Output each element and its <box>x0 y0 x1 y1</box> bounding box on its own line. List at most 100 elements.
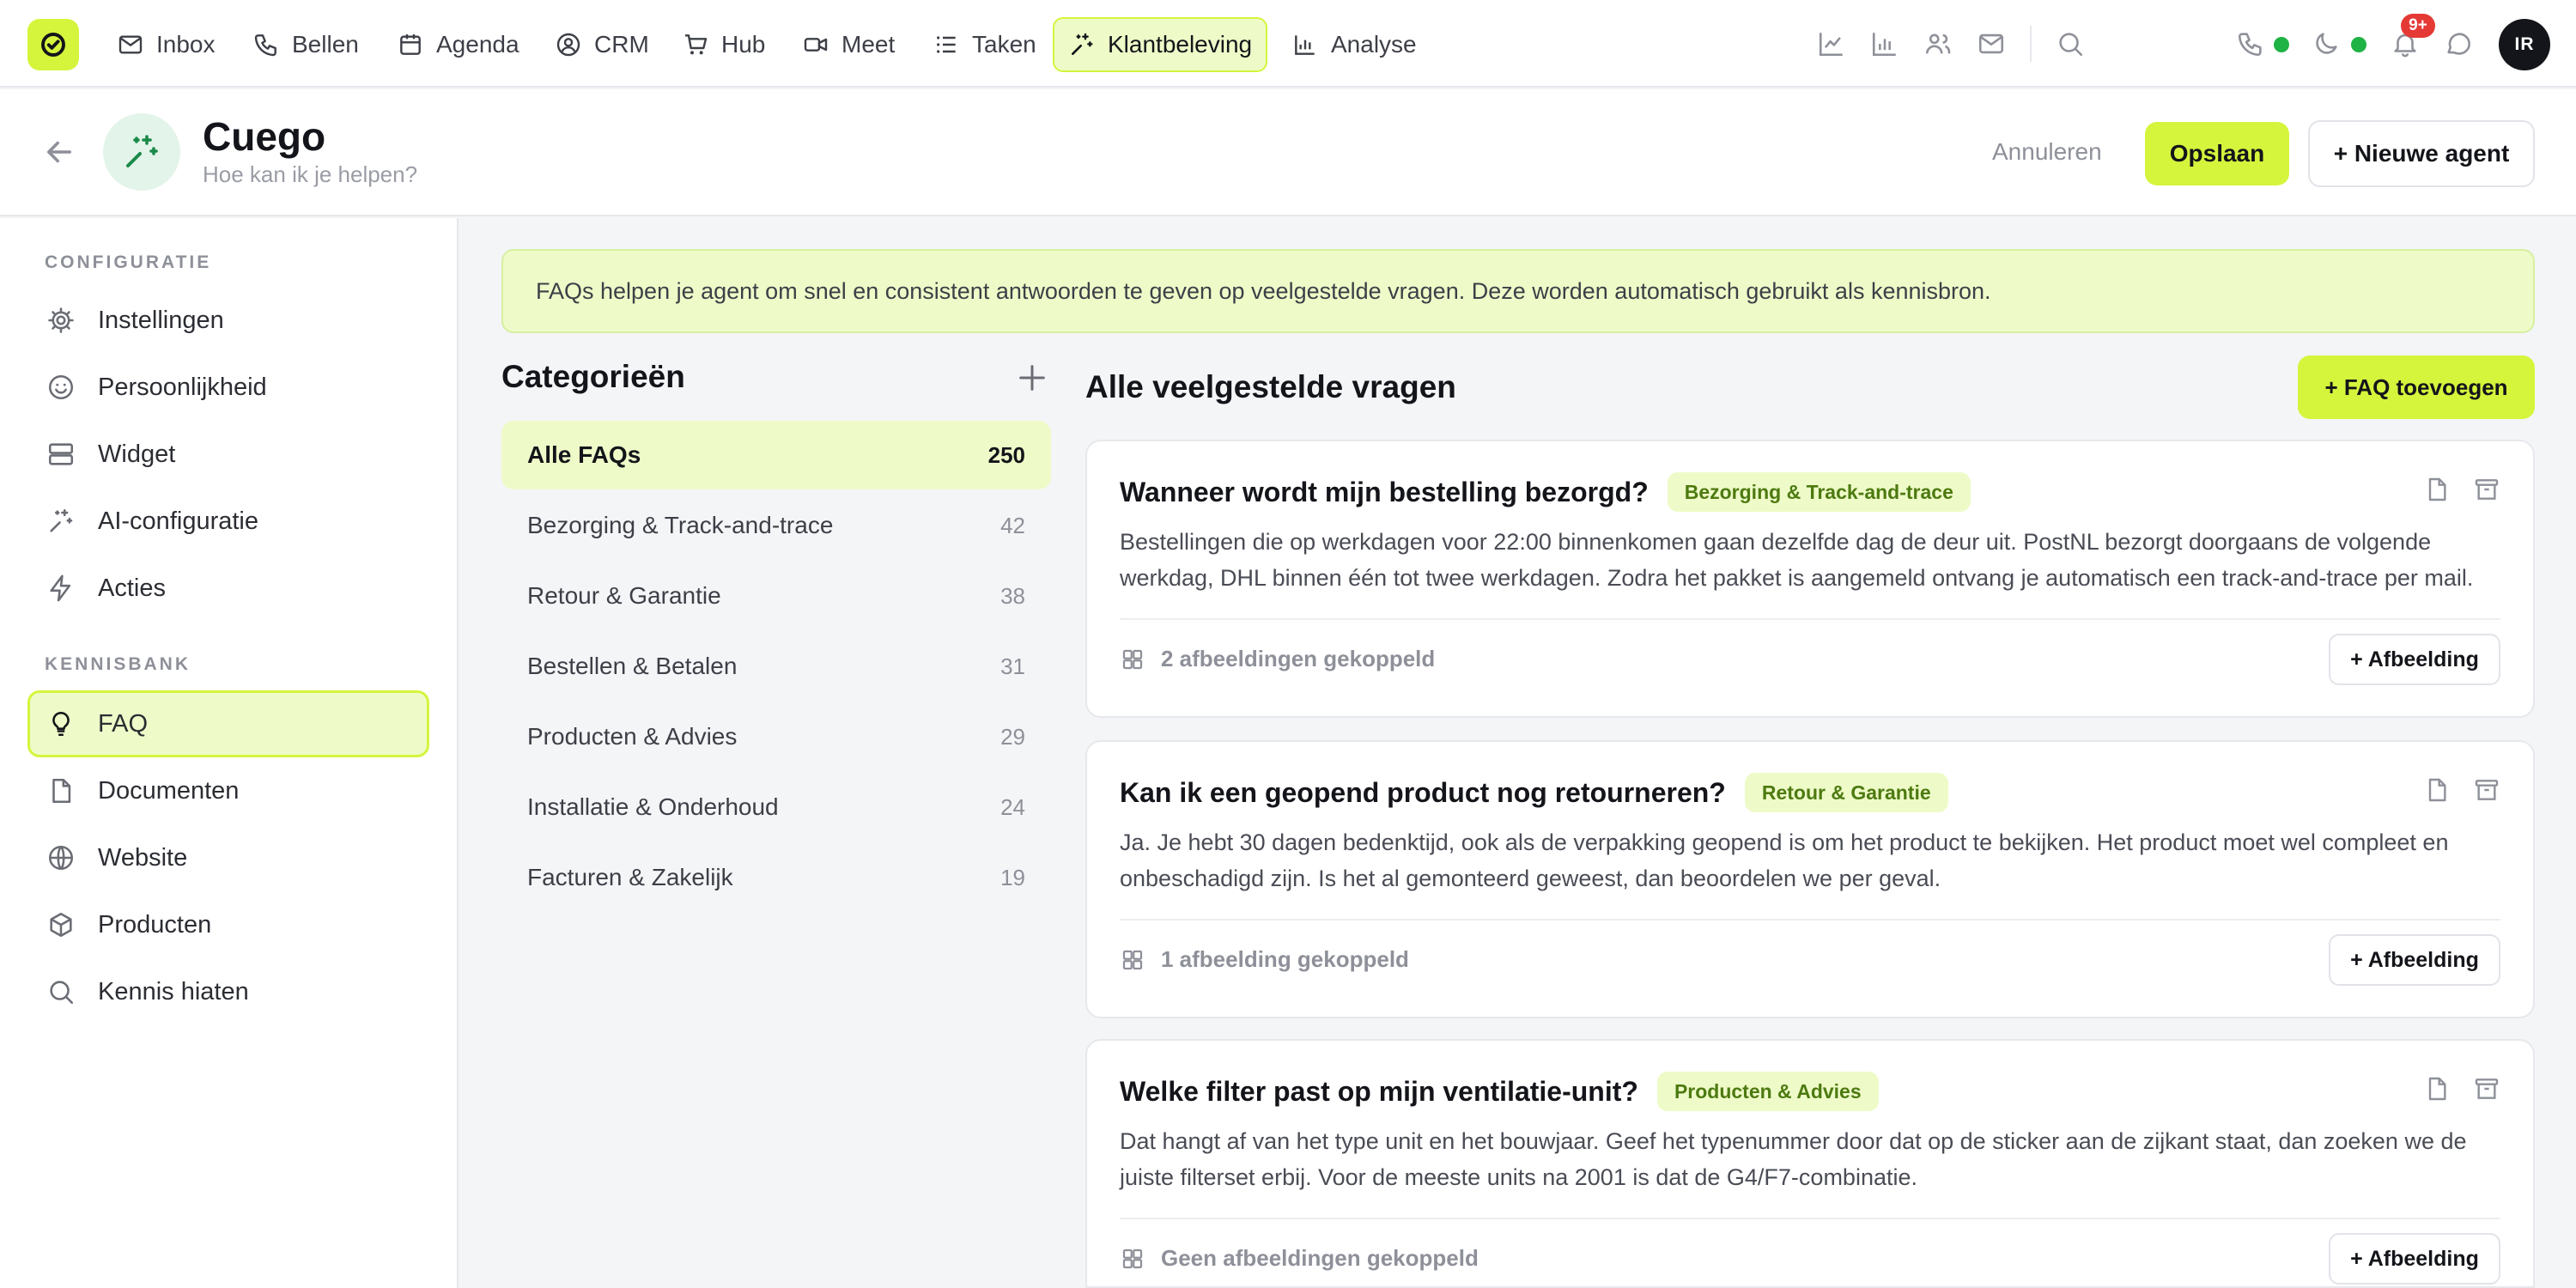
sidebar-item-website[interactable]: Website <box>27 824 429 891</box>
list-icon <box>937 36 956 53</box>
toolbar-divider <box>2030 26 2032 62</box>
category-count: 38 <box>1000 582 1025 609</box>
faq-card[interactable]: Welke filter past op mijn ventilatie-uni… <box>1085 1039 2535 1288</box>
nav-label: Bellen <box>292 31 359 58</box>
phone-icon[interactable] <box>2236 29 2265 58</box>
grid-icon <box>1122 649 1143 669</box>
category-item-bezorging[interactable]: Bezorging & Track-and-trace 42 <box>501 491 1051 560</box>
app-logo[interactable] <box>27 19 79 70</box>
sidebar-item-ai-configuratie[interactable]: AI-configuratie <box>27 488 429 555</box>
nav-analyse[interactable]: Analyse <box>1278 17 1431 72</box>
sidebar-item-instellingen[interactable]: Instellingen <box>27 287 429 354</box>
cancel-button[interactable]: Annuleren <box>1975 120 2119 184</box>
document-icon[interactable] <box>2423 776 2451 804</box>
category-label: Bestellen & Betalen <box>527 653 738 679</box>
add-image-button[interactable]: + Afbeelding <box>2329 634 2500 685</box>
nav-inbox[interactable]: Inbox <box>103 17 229 72</box>
moon-icon[interactable] <box>2312 29 2341 58</box>
sidebar-item-producten[interactable]: Producten <box>27 891 429 958</box>
category-count: 19 <box>1000 864 1025 890</box>
agent-name: Cuego <box>203 114 326 159</box>
sidebar-item-kennis-hiaten[interactable]: Kennis hiaten <box>27 958 429 1025</box>
faq-category-tag: Retour & Garantie <box>1744 773 1948 812</box>
faq-card[interactable]: Wanneer wordt mijn bestelling bezorgd? B… <box>1085 440 2535 718</box>
sidebar-section-title: KENNISBANK <box>45 654 191 674</box>
card-divider <box>1120 1218 2500 1219</box>
archive-icon[interactable] <box>2473 776 2500 804</box>
category-count: 31 <box>1000 653 1025 679</box>
category-count: 42 <box>1000 512 1025 538</box>
sidebar-item-faq[interactable]: FAQ <box>27 690 429 757</box>
add-image-button[interactable]: + Afbeelding <box>2329 1233 2500 1285</box>
calendar-icon <box>400 34 421 55</box>
faq-card-header: Wanneer wordt mijn bestelling bezorgd? B… <box>1120 472 1971 512</box>
back-arrow-icon[interactable] <box>41 134 77 170</box>
lightbulb-icon <box>52 711 70 737</box>
nav-bellen[interactable]: Bellen <box>239 17 373 72</box>
nav-label: Hub <box>721 31 766 58</box>
faq-answer: Ja. Je hebt 30 dagen bedenktijd, ook als… <box>1120 829 2449 891</box>
search-icon <box>50 981 74 1005</box>
nav-crm[interactable]: CRM <box>541 17 663 72</box>
sidebar-item-label: Producten <box>98 910 212 939</box>
faq-question: Wanneer wordt mijn bestelling bezorgd? <box>1120 476 1649 507</box>
nav-taken[interactable]: Taken <box>919 17 1050 72</box>
category-item-facturen[interactable]: Facturen & Zakelijk 19 <box>501 843 1051 912</box>
box-icon <box>50 912 72 938</box>
nav-meet[interactable]: Meet <box>788 17 908 72</box>
user-avatar[interactable]: IR <box>2499 19 2550 70</box>
add-category-icon[interactable] <box>1015 361 1049 395</box>
logo-icon <box>41 33 65 57</box>
sidebar-item-persoonlijkheid[interactable]: Persoonlijkheid <box>27 354 429 421</box>
category-item-installatie[interactable]: Installatie & Onderhoud 24 <box>501 773 1051 841</box>
sidebar-item-label: Widget <box>98 440 176 468</box>
faq-card-header: Welke filter past op mijn ventilatie-uni… <box>1120 1072 1879 1111</box>
stats-icon[interactable] <box>1870 29 1899 58</box>
sidebar-item-label: Documenten <box>98 776 240 805</box>
sidebar-item-label: Kennis hiaten <box>98 977 249 1005</box>
category-label: Installatie & Onderhoud <box>527 793 779 820</box>
faq-images-status: Geen afbeeldingen gekoppeld <box>1120 1245 1479 1272</box>
users-icon[interactable] <box>1923 29 1953 58</box>
sidebar-item-widget[interactable]: Widget <box>27 421 429 488</box>
categories-title: Categorieën <box>501 359 685 394</box>
document-icon[interactable] <box>2423 1075 2451 1103</box>
archive-icon[interactable] <box>2473 476 2500 503</box>
faq-images-text: Geen afbeeldingen gekoppeld <box>1161 1245 1479 1271</box>
nav-klantbeleving[interactable]: Klantbeleving <box>1053 17 1268 72</box>
grid-icon <box>1122 950 1143 969</box>
faq-images-text: 1 afbeelding gekoppeld <box>1161 946 1409 972</box>
category-count: 29 <box>1000 723 1025 750</box>
sidebar-item-label: AI-configuratie <box>98 507 258 535</box>
save-button[interactable]: Opslaan <box>2145 122 2289 185</box>
user-circle-icon <box>556 33 580 57</box>
mail-icon[interactable] <box>1977 29 2006 58</box>
category-label: Retour & Garantie <box>527 582 721 609</box>
settings-sidebar: CONFIGURATIE Instellingen Persoonlijkhei… <box>0 218 459 1288</box>
nav-label: Analyse <box>1331 31 1417 58</box>
category-label: Producten & Advies <box>527 723 738 750</box>
category-item-alle-faqs[interactable]: Alle FAQs 250 <box>501 421 1051 489</box>
faq-card-header: Kan ik een geopend product nog retourner… <box>1120 773 1948 812</box>
new-agent-button[interactable]: + Nieuwe agent <box>2308 120 2535 187</box>
sidebar-item-acties[interactable]: Acties <box>27 555 429 622</box>
archive-icon[interactable] <box>2473 1075 2500 1103</box>
sparkle-icon <box>126 135 158 167</box>
add-image-button[interactable]: + Afbeelding <box>2329 934 2500 986</box>
category-item-retour[interactable]: Retour & Garantie 38 <box>501 562 1051 630</box>
category-item-producten[interactable]: Producten & Advies 29 <box>501 702 1051 771</box>
sidebar-item-label: FAQ <box>98 709 149 738</box>
category-item-bestellen[interactable]: Bestellen & Betalen 31 <box>501 632 1051 701</box>
document-icon[interactable] <box>2423 476 2451 503</box>
add-faq-button[interactable]: + FAQ toevoegen <box>2298 355 2535 419</box>
faq-list-title: Alle veelgestelde vragen <box>1085 369 1456 404</box>
sidebar-item-label: Persoonlijkheid <box>98 373 267 401</box>
nav-hub[interactable]: Hub <box>668 17 779 72</box>
nav-agenda[interactable]: Agenda <box>383 17 533 72</box>
line-chart-icon[interactable] <box>1817 29 1846 58</box>
chat-icon[interactable] <box>2444 29 2473 58</box>
sidebar-item-documenten[interactable]: Documenten <box>27 757 429 824</box>
faq-card[interactable]: Kan ik een geopend product nog retourner… <box>1085 740 2535 1018</box>
agent-header: Cuego Hoe kan ik je helpen? Annuleren Op… <box>0 89 2576 216</box>
search-icon[interactable] <box>2056 29 2085 58</box>
